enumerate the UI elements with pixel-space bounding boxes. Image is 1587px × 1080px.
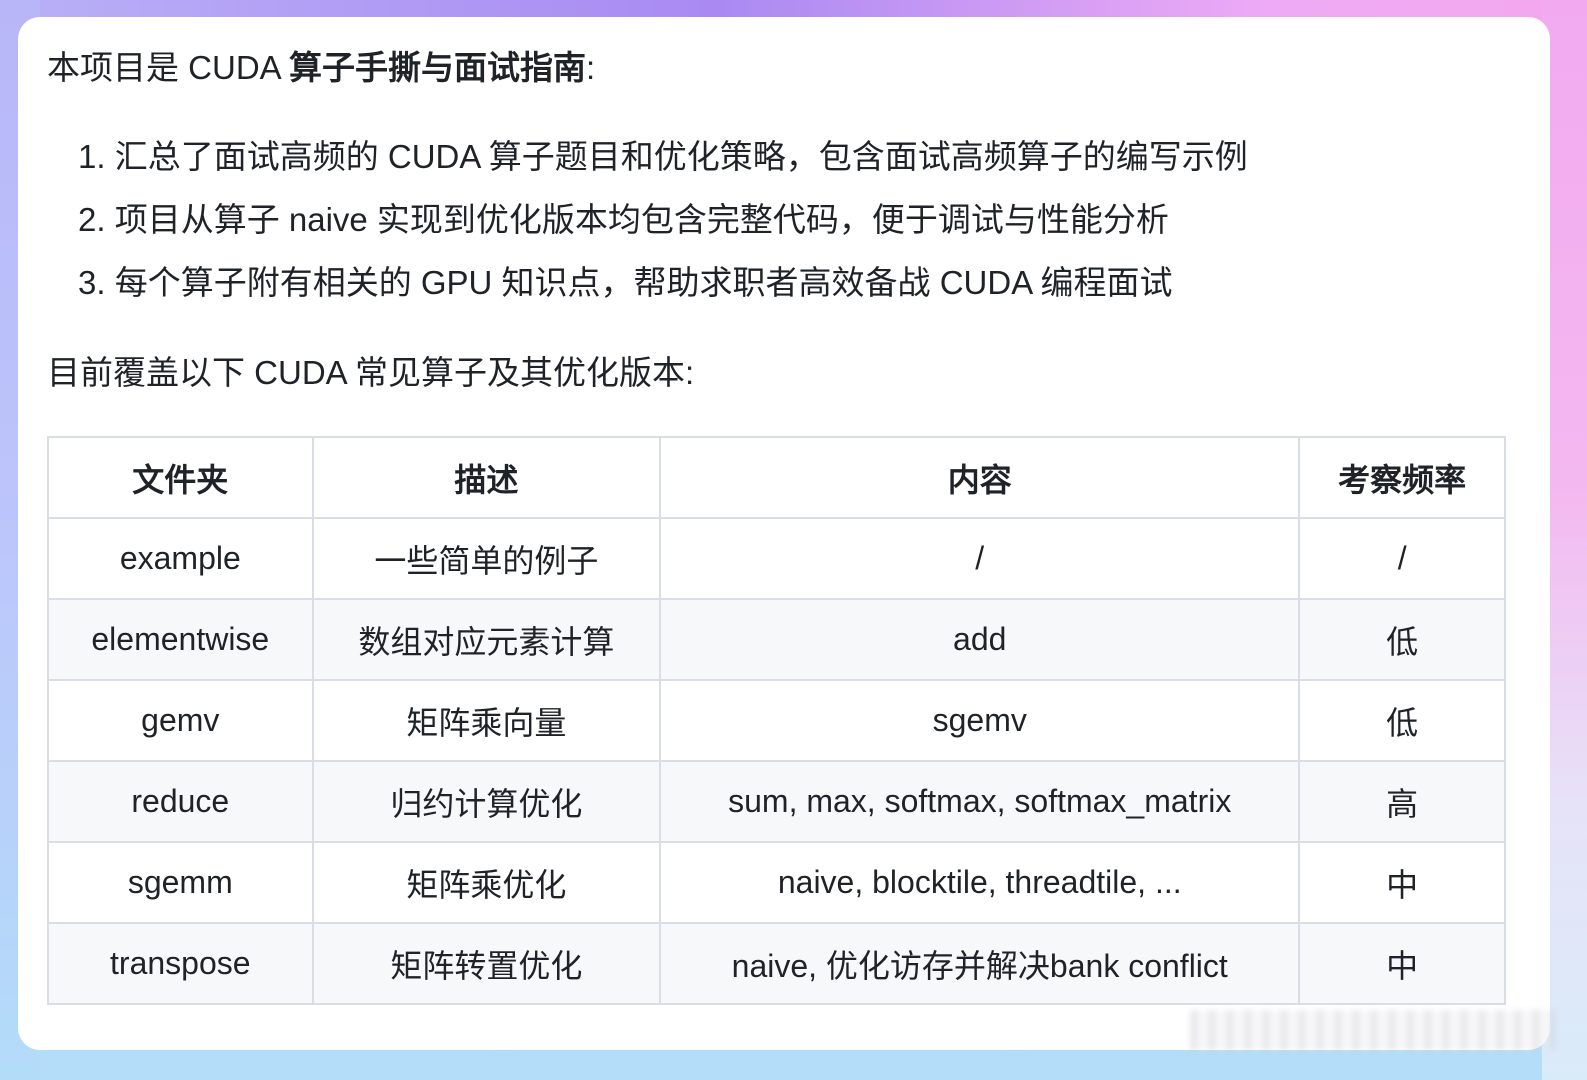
cell-folder: sgemm <box>47 841 314 924</box>
cell-frequency: 中 <box>1298 841 1506 924</box>
cell-description: 数组对应元素计算 <box>311 598 662 681</box>
cell-folder: example <box>47 517 314 600</box>
cell-frequency: 高 <box>1298 760 1506 843</box>
cell-content: sum, max, softmax, softmax_matrix <box>659 760 1301 843</box>
cell-description: 矩阵转置优化 <box>311 922 662 1005</box>
cell-content: / <box>659 517 1301 600</box>
feature-item: 1. 汇总了面试高频的 CUDA 算子题目和优化策略，包含面试高频算子的编写示例 <box>78 138 1248 175</box>
cell-frequency: / <box>1298 517 1506 600</box>
cell-content: add <box>659 598 1301 681</box>
intro-suffix: : <box>586 49 596 86</box>
table-row: transpose 矩阵转置优化 naive, 优化访存并解决bank conf… <box>47 922 1506 1005</box>
header-frequency: 考察频率 <box>1298 436 1506 519</box>
cell-folder: elementwise <box>47 598 314 681</box>
operator-table: 文件夹 描述 内容 考察频率 example 一些简单的例子 / / eleme… <box>47 436 1506 1005</box>
table-header-row: 文件夹 描述 内容 考察频率 <box>47 436 1506 519</box>
coverage-paragraph: 目前覆盖以下 CUDA 常见算子及其优化版本: <box>47 354 695 391</box>
header-content: 内容 <box>659 436 1301 519</box>
table-row: sgemm 矩阵乘优化 naive, blocktile, threadtile… <box>47 841 1506 924</box>
cell-folder: transpose <box>47 922 314 1005</box>
table-row: reduce 归约计算优化 sum, max, softmax, softmax… <box>47 760 1506 843</box>
cell-description: 一些简单的例子 <box>311 517 662 600</box>
table-row: gemv 矩阵乘向量 sgemv 低 <box>47 679 1506 762</box>
table-row: example 一些简单的例子 / / <box>47 517 1506 600</box>
cell-description: 矩阵乘优化 <box>311 841 662 924</box>
cell-frequency: 低 <box>1298 598 1506 681</box>
cell-content: naive, blocktile, threadtile, ... <box>659 841 1301 924</box>
cell-content: naive, 优化访存并解决bank conflict <box>659 922 1301 1005</box>
cell-frequency: 中 <box>1298 922 1506 1005</box>
table-row: elementwise 数组对应元素计算 add 低 <box>47 598 1506 681</box>
header-description: 描述 <box>311 436 662 519</box>
intro-paragraph: 本项目是 CUDA 算子手撕与面试指南: <box>47 44 595 92</box>
cell-frequency: 低 <box>1298 679 1506 762</box>
cell-description: 归约计算优化 <box>311 760 662 843</box>
feature-list: 1. 汇总了面试高频的 CUDA 算子题目和优化策略，包含面试高频算子的编写示例… <box>78 132 1248 321</box>
feature-item: 3. 每个算子附有相关的 GPU 知识点，帮助求职者高效备战 CUDA 编程面试 <box>78 264 1173 301</box>
intro-prefix: 本项目是 CUDA <box>47 49 290 86</box>
cell-folder: reduce <box>47 760 314 843</box>
intro-emphasis: 算子手撕与面试指南 <box>289 49 587 86</box>
cell-description: 矩阵乘向量 <box>311 679 662 762</box>
blurred-watermark <box>1190 1010 1555 1050</box>
header-folder: 文件夹 <box>47 436 314 519</box>
feature-item: 2. 项目从算子 naive 实现到优化版本均包含完整代码，便于调试与性能分析 <box>78 201 1169 238</box>
cell-content: sgemv <box>659 679 1301 762</box>
cell-folder: gemv <box>47 679 314 762</box>
